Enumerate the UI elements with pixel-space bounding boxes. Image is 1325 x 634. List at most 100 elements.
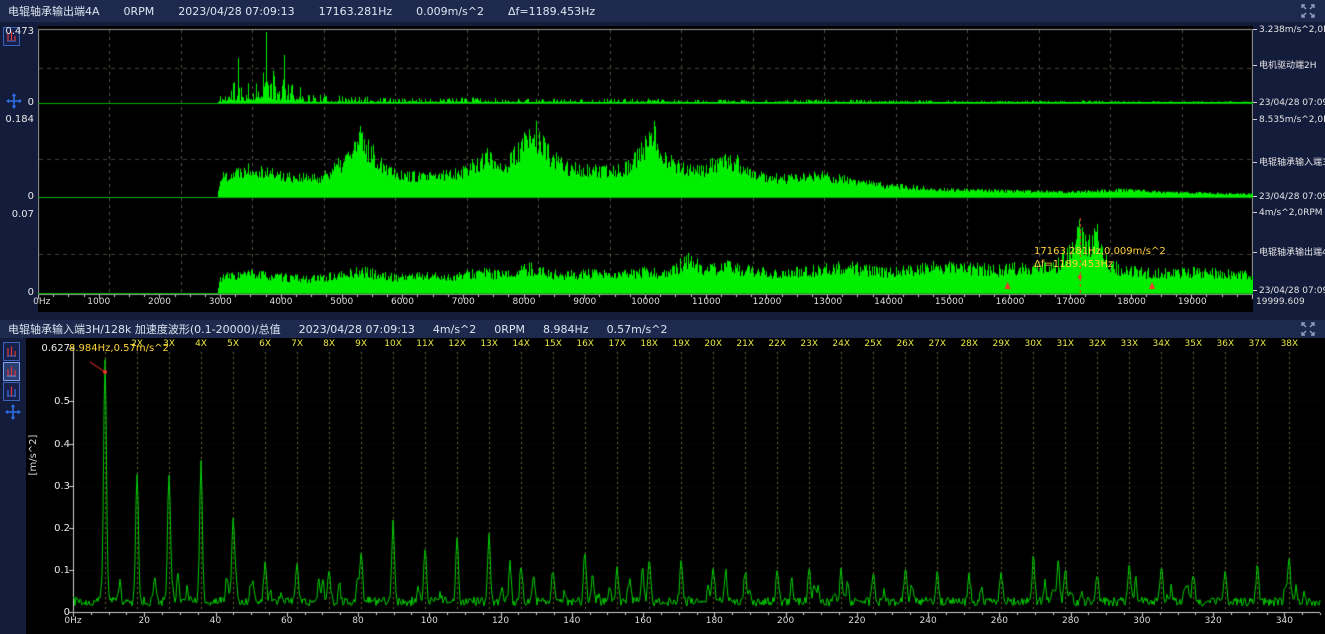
bottom-marker-amp: 0.57m/s^2 xyxy=(607,323,668,336)
bottom-x-tick-220: 220 xyxy=(848,616,865,626)
top-x-tick-17000: 17000 xyxy=(1056,297,1085,307)
harmonic-label-31X: 31X xyxy=(1056,339,1074,349)
harmonic-label-20X: 20X xyxy=(704,339,722,349)
bottom-x-tick-60: 60 xyxy=(281,616,292,626)
y-max-label-chart3: 0.07 xyxy=(0,209,34,221)
bottom-x-tick-40: 40 xyxy=(210,616,221,626)
harmonic-label-23X: 23X xyxy=(800,339,818,349)
right-label-0: 3.238m/s^2,0RPM xyxy=(1253,25,1325,35)
harmonic-label-36X: 36X xyxy=(1217,339,1235,349)
bottom-x-tick-80: 80 xyxy=(352,616,363,626)
spectrum-tool-1-icon[interactable] xyxy=(3,342,20,361)
bottom-y-tick-0.627: 0.627 xyxy=(38,343,70,354)
top-x-tick-13000: 13000 xyxy=(813,297,842,307)
spectrum-tool-3-icon[interactable] xyxy=(3,382,20,401)
bottom-panel-title: 电辊轴承输入端3H/128k 加速度波形(0.1-20000)/总值 xyxy=(8,321,281,337)
right-label-5: 23/04/28 07:09 1 xyxy=(1253,192,1325,202)
top-delta-f: Δf=1189.453Hz xyxy=(508,5,595,18)
right-label-6: 4m/s^2,0RPM xyxy=(1253,208,1323,218)
harmonic-label-38X: 38X xyxy=(1281,339,1299,349)
bottom-x-tick-100: 100 xyxy=(421,616,438,626)
harmonic-label-6X: 6X xyxy=(259,339,271,349)
spectrum-tool-2-icon[interactable] xyxy=(3,362,20,381)
bottom-x-tick-0Hz: 0Hz xyxy=(64,616,81,626)
harmonic-label-21X: 21X xyxy=(736,339,754,349)
top-x-tick-1000: 1000 xyxy=(87,297,110,307)
harmonic-label-9X: 9X xyxy=(355,339,367,349)
harmonic-label-28X: 28X xyxy=(960,339,978,349)
top-x-tick-7000: 7000 xyxy=(452,297,475,307)
harmonic-label-18X: 18X xyxy=(640,339,658,349)
y-axis-unit-label: [m/s^2] xyxy=(28,425,40,485)
bottom-x-tick-160: 160 xyxy=(634,616,651,626)
top-x-tick-3000: 3000 xyxy=(209,297,232,307)
top-rpm-readout: 0RPM xyxy=(124,5,155,18)
y-max-label-chart1: 0.473 xyxy=(0,26,34,38)
top-panel-header: 电辊轴承输出端4A 0RPM 2023/04/28 07:09:13 17163… xyxy=(0,0,1325,22)
harmonic-label-32X: 32X xyxy=(1089,339,1107,349)
harmonic-label-19X: 19X xyxy=(672,339,690,349)
top-cursor-amp: 0.009m/s^2 xyxy=(416,5,484,18)
bottom-y-tick-0.1: 0.1 xyxy=(38,565,70,576)
harmonic-label-13X: 13X xyxy=(480,339,498,349)
top-x-tick-12000: 12000 xyxy=(753,297,782,307)
top-x-tick-6000: 6000 xyxy=(391,297,414,307)
expand-icon[interactable] xyxy=(1300,3,1318,21)
harmonic-label-5X: 5X xyxy=(227,339,239,349)
bottom-x-tick-280: 280 xyxy=(1062,616,1079,626)
bottom-y-tick-0.2: 0.2 xyxy=(38,523,70,534)
top-panel-title: 电辊轴承输出端4A xyxy=(8,3,100,19)
right-label-3: 8.535m/s^2,0RPM xyxy=(1253,115,1325,125)
harmonic-label-17X: 17X xyxy=(608,339,626,349)
harmonic-label-25X: 25X xyxy=(864,339,882,349)
harmonic-label-34X: 34X xyxy=(1153,339,1171,349)
bottom-rpm-readout: 0RPM xyxy=(494,323,525,336)
harmonic-label-12X: 12X xyxy=(448,339,466,349)
bottom-panel-header: 电辊轴承输入端3H/128k 加速度波形(0.1-20000)/总值 2023/… xyxy=(0,320,1325,338)
top-x-tick-18000: 18000 xyxy=(1117,297,1146,307)
right-label-2: 23/04/28 07:09 1 xyxy=(1253,98,1325,108)
bottom-total-value: 4m/s^2 xyxy=(433,323,476,336)
bottom-x-tick-140: 140 xyxy=(563,616,580,626)
bottom-x-tick-300: 300 xyxy=(1133,616,1150,626)
right-label-7: 电辊轴承输出端4A xyxy=(1253,248,1325,258)
y-zero-label-chart2: 0 xyxy=(0,191,34,203)
top-x-tick-19000: 19000 xyxy=(1178,297,1207,307)
envelope-spectrum-canvas[interactable] xyxy=(26,338,1325,634)
top-x-tick-5000: 5000 xyxy=(330,297,353,307)
harmonic-label-35X: 35X xyxy=(1185,339,1203,349)
top-x-tick-14000: 14000 xyxy=(874,297,903,307)
bottom-x-tick-200: 200 xyxy=(777,616,794,626)
harmonic-label-33X: 33X xyxy=(1121,339,1139,349)
bottom-timestamp: 2023/04/28 07:09:13 xyxy=(299,323,415,336)
top-x-tick-9000: 9000 xyxy=(573,297,596,307)
top-x-tick-15000: 15000 xyxy=(935,297,964,307)
move-icon[interactable] xyxy=(5,404,21,420)
harmonic-label-7X: 7X xyxy=(291,339,303,349)
bottom-y-tick-0.3: 0.3 xyxy=(38,481,70,492)
harmonic-label-24X: 24X xyxy=(832,339,850,349)
top-x-tick-8000: 8000 xyxy=(513,297,536,307)
y-zero-label-chart1: 0 xyxy=(0,97,34,109)
harmonic-label-14X: 14X xyxy=(512,339,530,349)
top-cursor-freq: 17163.281Hz xyxy=(319,5,393,18)
bottom-x-tick-320: 320 xyxy=(1205,616,1222,626)
harmonic-label-16X: 16X xyxy=(576,339,594,349)
harmonic-label-26X: 26X xyxy=(896,339,914,349)
top-x-tick-2000: 2000 xyxy=(148,297,171,307)
harmonic-label-37X: 37X xyxy=(1249,339,1267,349)
top-x-tick-11000: 11000 xyxy=(692,297,721,307)
harmonic-label-29X: 29X xyxy=(992,339,1010,349)
harmonic-label-27X: 27X xyxy=(928,339,946,349)
expand-icon[interactable] xyxy=(1300,321,1318,339)
harmonic-label-30X: 30X xyxy=(1024,339,1042,349)
right-label-1: 电机驱动端2H xyxy=(1253,61,1317,71)
cursor-annotation-line2: Δf=1189.453Hz xyxy=(1034,259,1113,271)
vibration-analysis-app: { "colors":{ "panel_bg":"#131c3b","heade… xyxy=(0,0,1325,634)
harmonic-label-8X: 8X xyxy=(323,339,335,349)
bottom-y-tick-0.5: 0.5 xyxy=(38,396,70,407)
y-max-label-chart2: 0.184 xyxy=(0,114,34,126)
cursor-annotation-line1: 17163.281Hz,0.009m/s^2 xyxy=(1034,246,1166,258)
bottom-y-tick-0.4: 0.4 xyxy=(38,439,70,450)
y-zero-label-chart3: 0 xyxy=(0,287,34,299)
